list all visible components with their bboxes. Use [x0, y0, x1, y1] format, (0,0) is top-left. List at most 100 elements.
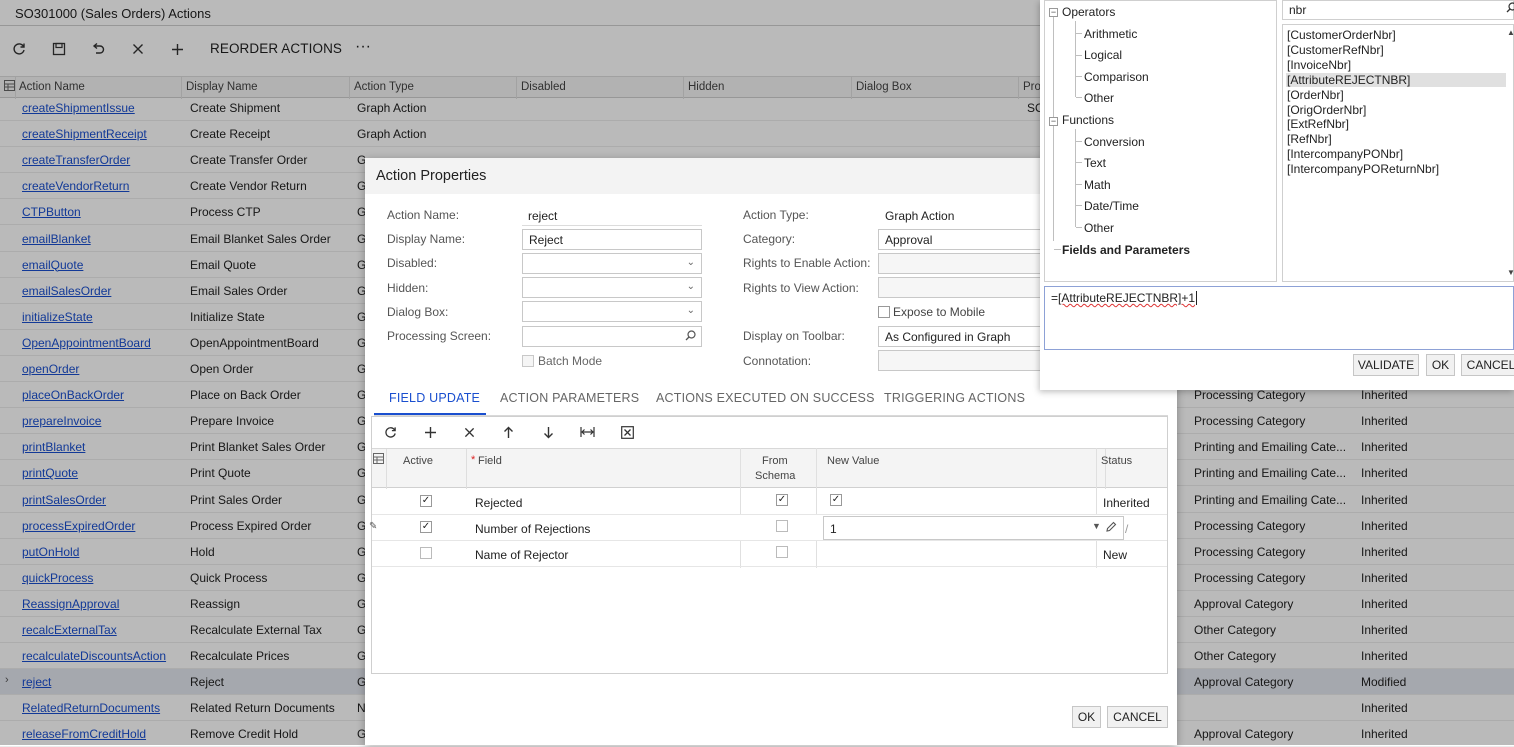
formula-editor-panel: − Operators Arithmetic Logical Compariso…: [1040, 0, 1514, 390]
tree-node-functions[interactable]: Functions: [1062, 113, 1114, 127]
rights-enable-label: Rights to Enable Action:: [743, 256, 871, 270]
processing-screen-selector[interactable]: [522, 326, 702, 347]
tree-node-logical[interactable]: Logical: [1084, 48, 1122, 62]
category-label: Category:: [743, 232, 796, 246]
tab-field-update[interactable]: FIELD UPDATE: [389, 391, 480, 405]
tree-node-math[interactable]: Math: [1084, 178, 1111, 192]
active-checkbox[interactable]: ✓: [420, 495, 432, 507]
field-list-item[interactable]: [InvoiceNbr]: [1286, 58, 1506, 72]
disabled-select[interactable]: ⌄: [522, 253, 702, 274]
delete-row-icon[interactable]: [458, 422, 480, 442]
field-row[interactable]: Name of Rejector New: [372, 541, 1167, 567]
tree-node-operators-other[interactable]: Other: [1084, 91, 1114, 105]
required-marker: *: [471, 454, 476, 466]
caret-down-icon[interactable]: ▼: [1092, 521, 1101, 531]
search-icon[interactable]: [1506, 2, 1514, 16]
batch-mode-checkbox[interactable]: [522, 355, 534, 367]
dialog-box-label: Dialog Box:: [387, 305, 449, 319]
new-value-input[interactable]: 1: [830, 522, 837, 536]
expose-mobile-label: Expose to Mobile: [893, 305, 986, 319]
cancel-button[interactable]: CANCEL: [1461, 354, 1514, 376]
scroll-down-icon[interactable]: ▼: [1507, 268, 1514, 277]
collapse-toggle-icon[interactable]: −: [1049, 8, 1058, 17]
new-value-checkbox[interactable]: ✓: [830, 494, 842, 506]
tree-node-text[interactable]: Text: [1084, 156, 1106, 170]
from-schema-checkbox[interactable]: [776, 520, 788, 532]
from-schema-checkbox[interactable]: ✓: [776, 494, 788, 506]
col-new-value[interactable]: New Value: [827, 455, 879, 467]
field-list-item[interactable]: [RefNbr]: [1286, 132, 1506, 146]
tree-node-conversion[interactable]: Conversion: [1084, 135, 1145, 149]
col-active[interactable]: Active: [403, 455, 433, 467]
validate-button[interactable]: VALIDATE: [1353, 354, 1419, 376]
field-name: Name of Rejector: [475, 548, 569, 562]
ok-button[interactable]: OK: [1072, 706, 1101, 728]
field-list-item[interactable]: [ExtRefNbr]: [1286, 117, 1506, 131]
new-value-editor[interactable]: 1 ▼: [823, 516, 1124, 540]
col-from-schema-line1[interactable]: From: [762, 455, 788, 467]
tab-action-parameters[interactable]: ACTION PARAMETERS: [500, 391, 639, 405]
field-grid-header: Active * Field From Schema New Value Sta…: [372, 448, 1167, 489]
tree-node-datetime[interactable]: Date/Time: [1084, 199, 1139, 213]
field-row[interactable]: ✎ ✓ Number of Rejections 1 ▼ /: [369, 515, 1167, 541]
field-row[interactable]: ✓ Rejected ✓ ✓ Inherited: [372, 489, 1167, 515]
chevron-down-icon: ⌄: [686, 281, 695, 292]
tree-node-operators[interactable]: Operators: [1062, 5, 1115, 19]
field-list-item[interactable]: [OrigOrderNbr]: [1286, 103, 1506, 117]
tab-actions-executed-on-success[interactable]: ACTIONS EXECUTED ON SUCCESS: [656, 391, 875, 405]
action-name-label: Action Name:: [387, 208, 460, 222]
display-name-input[interactable]: Reject: [522, 229, 702, 250]
expression-text: [AttributeREJECTNBR]+1: [1058, 291, 1196, 305]
collapse-toggle-icon[interactable]: −: [1049, 117, 1058, 126]
field-list-item[interactable]: [IntercompanyPOReturnNbr]: [1286, 162, 1506, 176]
search-icon[interactable]: [685, 330, 696, 344]
action-type-label: Action Type:: [743, 208, 809, 222]
connotation-select[interactable]: [878, 350, 1048, 371]
col-from-schema-line2[interactable]: Schema: [755, 470, 795, 482]
rights-view-select[interactable]: [878, 277, 1048, 298]
cancel-button[interactable]: CANCEL: [1107, 706, 1168, 728]
tree-node-comparison[interactable]: Comparison: [1084, 70, 1149, 84]
tab-triggering-actions[interactable]: TRIGGERING ACTIONS: [884, 391, 1025, 405]
column-chooser-icon[interactable]: [373, 453, 384, 467]
from-schema-checkbox[interactable]: [776, 546, 788, 558]
field-list-item[interactable]: [OrderNbr]: [1286, 88, 1506, 102]
expose-mobile-checkbox[interactable]: [878, 306, 890, 318]
scroll-up-icon[interactable]: ▲: [1507, 28, 1514, 37]
field-list-item[interactable]: [AttributeREJECTNBR]: [1286, 72, 1506, 87]
add-row-icon[interactable]: [419, 422, 441, 442]
action-type-value: Graph Action: [885, 209, 955, 223]
field-name: Number of Rejections: [475, 522, 591, 536]
field-search-input[interactable]: nbr: [1282, 0, 1514, 20]
hidden-label: Hidden:: [387, 281, 429, 295]
export-excel-icon[interactable]: [616, 422, 638, 442]
fit-to-width-icon[interactable]: [576, 422, 598, 442]
field-list-item[interactable]: [CustomerOrderNbr]: [1286, 28, 1506, 42]
move-down-icon[interactable]: [537, 422, 559, 442]
refresh-icon[interactable]: [379, 422, 401, 442]
col-status[interactable]: Status: [1101, 455, 1132, 467]
status-value: New: [1103, 548, 1128, 562]
move-up-icon[interactable]: [497, 422, 519, 442]
tree-node-fields-parameters[interactable]: Fields and Parameters: [1062, 243, 1190, 257]
edit-row-indicator-icon: ✎: [369, 521, 378, 532]
processing-screen-label: Processing Screen:: [387, 329, 492, 343]
edit-formula-icon[interactable]: [1105, 521, 1117, 536]
field-list-item[interactable]: [IntercompanyPONbr]: [1286, 147, 1506, 161]
display-toolbar-select[interactable]: As Configured in Graph: [878, 326, 1048, 347]
category-select[interactable]: Approval: [878, 229, 1048, 250]
fields-list: [CustomerOrderNbr] [CustomerRefNbr] [Invoi…: [1282, 24, 1514, 282]
active-checkbox[interactable]: ✓: [420, 521, 432, 533]
formula-expression-input[interactable]: =[AttributeREJECTNBR]+1: [1044, 286, 1514, 350]
ok-button[interactable]: OK: [1426, 354, 1455, 376]
dialog-box-select[interactable]: ⌄: [522, 301, 702, 322]
tree-node-arithmetic[interactable]: Arithmetic: [1084, 27, 1137, 41]
rights-enable-select[interactable]: [878, 253, 1048, 274]
chevron-down-icon: ⌄: [686, 257, 695, 268]
tree-node-functions-other[interactable]: Other: [1084, 221, 1114, 235]
field-list-item[interactable]: [CustomerRefNbr]: [1286, 43, 1506, 57]
col-field[interactable]: Field: [478, 455, 502, 467]
active-checkbox[interactable]: [420, 547, 432, 559]
field-name: Rejected: [475, 496, 523, 510]
hidden-select[interactable]: ⌄: [522, 277, 702, 298]
